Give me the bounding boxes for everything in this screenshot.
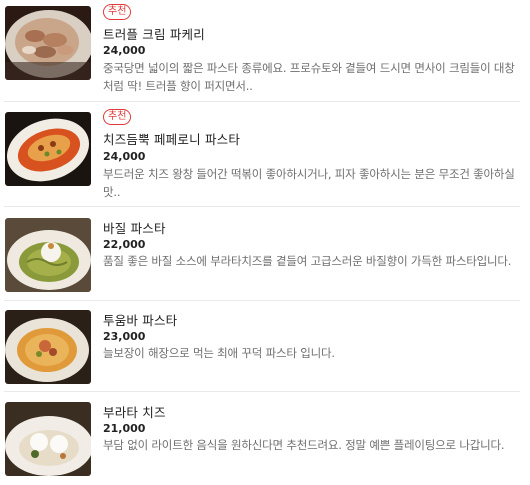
menu-item-description: 중국당면 넓이의 짧은 파스타 종류에요. 프로슈토와 곁들여 드시면 면사이 … xyxy=(103,61,515,93)
menu-item-name[interactable]: 투움바 파스타 xyxy=(103,310,177,329)
menu-item-description: 품질 좋은 바질 소스에 부라타치즈를 곁들여 고급스러운 바질향이 가득한 파… xyxy=(103,254,512,268)
menu-item-price: 24,000 xyxy=(103,44,146,57)
menu-item-photo[interactable] xyxy=(5,310,91,384)
menu-item[interactable]: 투움바 파스타 23,000 늘보장이 해장으로 먹는 최애 꾸덕 파스타 입니… xyxy=(0,300,530,393)
menu-item-price: 23,000 xyxy=(103,330,146,343)
menu-item-name[interactable]: 바질 파스타 xyxy=(103,218,166,237)
menu-item-description: 부담 없이 라이트한 음식을 원하신다면 추천드려요. 정말 예쁜 플레이팅으로… xyxy=(103,438,505,452)
creamy-paccheri-photo xyxy=(5,6,91,80)
menu-item[interactable]: 추천 치즈듬뿍 페페로니 파스타 24,000 부드러운 치즈 왕창 들어간 떡… xyxy=(0,102,530,207)
menu-item[interactable]: 부라타 치즈 21,000 부담 없이 라이트한 음식을 원하신다면 추천드려요… xyxy=(0,392,530,485)
menu-item-description: 부드러운 치즈 왕창 들어간 떡볶이 좋아하시거나, 피자 좋아하시는 분은 무… xyxy=(103,167,515,199)
menu-item[interactable]: 바질 파스타 22,000 품질 좋은 바질 소스에 부라타치즈를 곁들여 고급… xyxy=(0,207,530,301)
pepperoni-pasta-photo xyxy=(5,112,91,186)
menu-list: 추천 트러플 크림 파케리 24,000 중국당면 넓이의 짧은 파스타 종류에… xyxy=(0,0,530,481)
recommended-badge: 추천 xyxy=(103,4,132,20)
menu-item-price: 24,000 xyxy=(103,150,146,163)
menu-item-photo[interactable] xyxy=(5,112,91,186)
menu-item-description: 늘보장이 해장으로 먹는 최애 꾸덕 파스타 입니다. xyxy=(103,346,335,360)
recommended-badge: 추천 xyxy=(103,109,132,125)
basil-pasta-photo xyxy=(5,218,91,292)
menu-item[interactable]: 추천 트러플 크림 파케리 24,000 중국당면 넓이의 짧은 파스타 종류에… xyxy=(0,0,530,102)
menu-item-photo[interactable] xyxy=(5,218,91,292)
toowoomba-pasta-photo xyxy=(5,310,91,384)
menu-item-price: 21,000 xyxy=(103,422,146,435)
burrata-cheese-photo xyxy=(5,402,91,476)
menu-item-name[interactable]: 부라타 치즈 xyxy=(103,402,166,421)
menu-item-photo[interactable] xyxy=(5,402,91,476)
menu-item-price: 22,000 xyxy=(103,238,146,251)
menu-item-photo[interactable] xyxy=(5,6,91,80)
menu-item-name[interactable]: 치즈듬뿍 페페로니 파스타 xyxy=(103,129,240,148)
menu-item-name[interactable]: 트러플 크림 파케리 xyxy=(103,24,205,43)
